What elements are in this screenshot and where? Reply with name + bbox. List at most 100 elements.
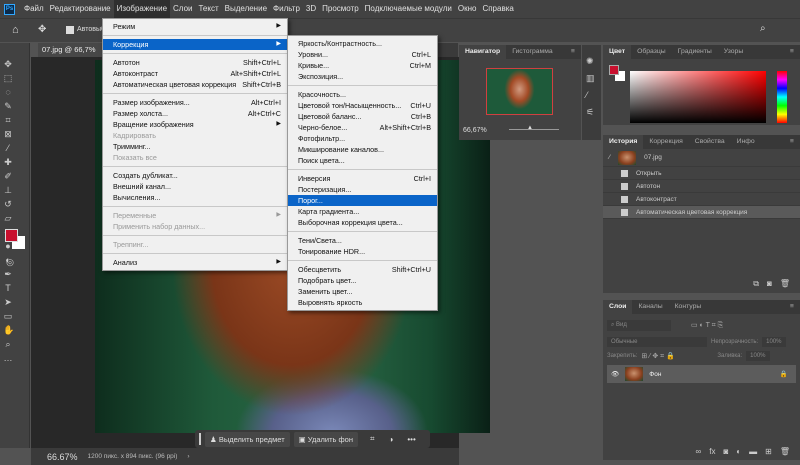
menu-1[interactable]: Редактирование (47, 0, 114, 18)
move-tool-icon[interactable]: ✥ (3, 59, 13, 69)
adjustment-layer-icon[interactable]: ◐ (736, 447, 741, 456)
foreground-color-swatch[interactable] (5, 229, 18, 242)
marquee-tool-icon[interactable]: ⬚ (3, 73, 13, 83)
color-field[interactable] (630, 71, 766, 123)
history-item[interactable]: Автотон (603, 180, 800, 193)
link-icon[interactable]: ∞ (696, 447, 702, 456)
menu-item[interactable]: Черно-белое... Alt+Shift+Ctrl+B (288, 122, 437, 133)
adjustment-icon[interactable]: ◑ (389, 435, 394, 444)
menu-item[interactable]: Тримминг... (103, 141, 287, 152)
tab-history-3[interactable]: Инфо (731, 135, 761, 149)
tab-history-0[interactable]: История (603, 135, 644, 149)
menu-item[interactable]: Постеризация... (288, 184, 437, 195)
menu-item[interactable]: Треппинг... (103, 239, 287, 250)
crop-tool-icon[interactable]: ⌗ (3, 115, 13, 125)
tab-layers-2[interactable]: Контуры (669, 300, 708, 314)
tab-history-2[interactable]: Свойства (689, 135, 731, 149)
menu-item[interactable]: Выборочная коррекция цвета... (288, 217, 437, 228)
menu-7[interactable]: 3D (303, 0, 319, 18)
move-tool-icon[interactable]: ✥ (38, 24, 46, 35)
navigator-zoom-slider[interactable] (509, 129, 559, 130)
status-arrow-icon[interactable]: › (187, 453, 189, 460)
trash-icon[interactable]: 🗑 (780, 279, 790, 289)
brush-icon[interactable]: ✐ (3, 171, 13, 181)
zoom-icon[interactable]: ⌕ (3, 339, 13, 349)
menu-0[interactable]: Файл (21, 0, 47, 18)
menu-item[interactable]: Автоматическая цветовая коррекция Shift+C… (103, 79, 287, 90)
new-document-icon[interactable]: ⧉ (753, 279, 759, 289)
quick-mask-icon[interactable]: ◎ (5, 257, 15, 267)
visibility-eye-icon[interactable]: 👁 (611, 370, 619, 378)
fx-icon[interactable]: fx (709, 447, 715, 456)
lasso-tool-icon[interactable]: ◌ (3, 87, 13, 97)
new-layer-icon[interactable]: ⊞ (765, 447, 772, 456)
history-item[interactable]: Автоматическая цветовая коррекция (603, 206, 800, 219)
path-select-icon[interactable]: ➤ (3, 297, 13, 307)
menu-item[interactable]: Создать дубликат... (103, 170, 287, 181)
brush-settings-icon[interactable]: ⁄ (586, 87, 597, 104)
navigator-thumbnail[interactable] (486, 68, 553, 115)
menu-item[interactable]: Тонирование HDR... (288, 246, 437, 257)
menu-item[interactable]: Кривые... Ctrl+M (288, 60, 437, 71)
menu-item[interactable]: Микширование каналов... (288, 144, 437, 155)
rectangle-icon[interactable]: ▭ (3, 311, 13, 321)
eyedropper-icon[interactable]: ⁄ (3, 143, 13, 153)
menu-10[interactable]: Окно (455, 0, 480, 18)
menu-9[interactable]: Подключаемые модули (362, 0, 455, 18)
tab-color-1[interactable]: Образцы (631, 45, 672, 59)
folder-icon[interactable]: ▬ (749, 447, 757, 456)
menu-item[interactable]: Показать все (103, 152, 287, 163)
document-tab[interactable]: 07.jpg @ 66,7% (38, 43, 108, 57)
tab-color-2[interactable]: Градиенты (672, 45, 718, 59)
more-icon[interactable]: ••• (407, 435, 415, 444)
menu-3[interactable]: Слои (170, 0, 195, 18)
menu-2[interactable]: Изображение (113, 0, 171, 18)
menu-item[interactable]: Красочность... (288, 89, 437, 100)
menu-item[interactable]: Тени/Света... (288, 235, 437, 246)
menu-8[interactable]: Просмотр (319, 0, 362, 18)
menu-item[interactable]: Поиск цвета... (288, 155, 437, 166)
layer-filter-input[interactable]: ⌕ Вид (607, 320, 671, 331)
panel-menu-icon[interactable]: ≡ (565, 45, 581, 59)
menu-item[interactable]: Автотон Shift+Ctrl+L (103, 57, 287, 68)
opacity-input[interactable]: 100% (762, 337, 786, 347)
menu-item[interactable]: Кадрировать (103, 130, 287, 141)
menu-item[interactable]: Коррекция ▶ (103, 39, 287, 50)
menu-item[interactable]: Экспозиция... (288, 71, 437, 82)
histogram-icon[interactable]: ▥ (586, 70, 597, 87)
menu-item[interactable]: Яркость/Контрастность... (288, 38, 437, 49)
search-icon[interactable]: ⌕ (760, 23, 766, 34)
menu-item[interactable]: Подобрать цвет... (288, 275, 437, 286)
panel-menu-icon[interactable]: ≡ (784, 300, 800, 314)
menu-5[interactable]: Выделение (222, 0, 270, 18)
menu-item[interactable]: Вычисления... (103, 192, 287, 203)
menu-item[interactable]: Анализ ▶ (103, 257, 287, 268)
tab-color-3[interactable]: Узоры (718, 45, 749, 59)
menu-item[interactable]: Обесцветить Shift+Ctrl+U (288, 264, 437, 275)
tab-layers-1[interactable]: Каналы (632, 300, 668, 314)
menu-item[interactable]: Применить набор данных... (103, 221, 287, 232)
more-tools-icon[interactable]: … (3, 353, 13, 363)
menu-item[interactable]: Инверсия Ctrl+I (288, 173, 437, 184)
tab-color-0[interactable]: Цвет (603, 45, 632, 59)
frame-tool-icon[interactable]: ⊠ (3, 129, 13, 139)
menu-item[interactable]: Карта градиента... (288, 206, 437, 217)
hue-slider[interactable] (777, 71, 787, 123)
menu-6[interactable]: Фильтр (270, 0, 303, 18)
menu-11[interactable]: Справка (479, 0, 516, 18)
panel-menu-icon[interactable]: ≡ (784, 45, 800, 59)
menu-item[interactable]: Уровни... Ctrl+L (288, 49, 437, 60)
drag-handle[interactable] (199, 433, 201, 445)
color-fg-swatch[interactable] (609, 65, 619, 75)
history-brush-icon[interactable]: ↺ (3, 199, 13, 209)
panel-menu-icon[interactable]: ≡ (784, 135, 800, 149)
adjust-icon[interactable]: ⚟ (586, 104, 597, 121)
layer-row[interactable]: 👁 Фон 🔒 (607, 365, 796, 383)
tab-navigator-0[interactable]: Навигатор (459, 45, 507, 59)
menu-item[interactable]: Порог... (288, 195, 437, 206)
navigator-zoom[interactable]: 66,67% (463, 127, 487, 134)
tab-layers-0[interactable]: Слои (603, 300, 633, 314)
camera-icon[interactable]: ◙ (767, 279, 772, 289)
menu-item[interactable]: Цветовой тон/Насыщенность... Ctrl+U (288, 100, 437, 111)
menu-item[interactable]: Размер холста... Alt+Ctrl+C (103, 108, 287, 119)
